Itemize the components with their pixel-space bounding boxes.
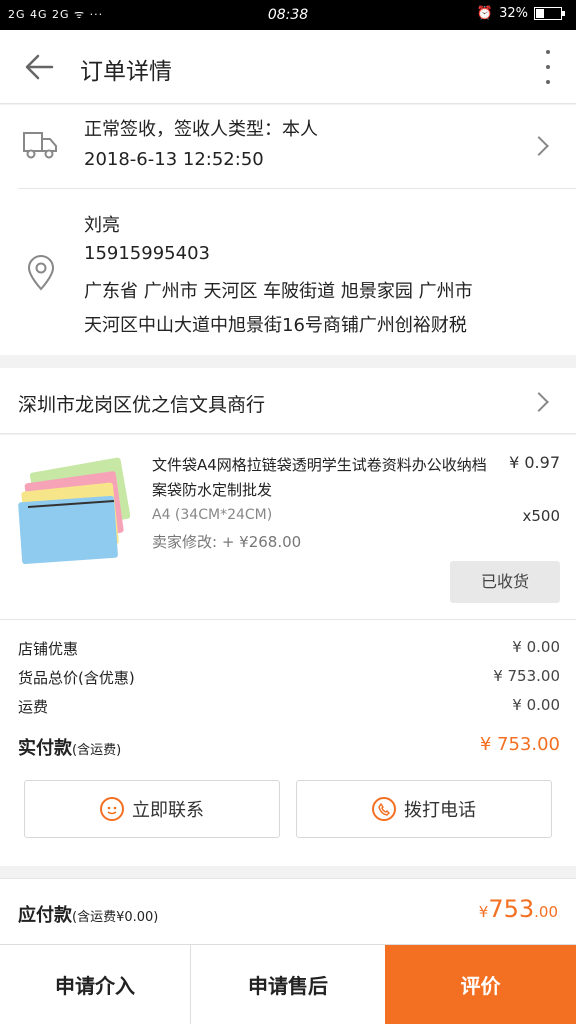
status-bar: 2G 4G 2G ᯤ ··· 08:38 ⏰ 32% <box>0 0 576 30</box>
chat-face-icon <box>100 797 124 821</box>
summary-label: 运费 <box>18 698 49 716</box>
product-thumbnail <box>18 457 130 565</box>
payable-amount-int: 753 <box>488 895 535 923</box>
payable-label-group: 应付款(含运费¥0.00) <box>18 901 158 927</box>
truck-icon <box>23 132 57 159</box>
chevron-right-icon <box>529 136 549 156</box>
payable-currency: ¥ <box>478 903 489 921</box>
summary-row-paid: 实付款(含运费) ¥ 753.00 <box>18 734 560 760</box>
summary-value: ¥ 0.00 <box>512 696 560 714</box>
chevron-right-icon <box>529 392 549 412</box>
phone-icon <box>372 797 396 821</box>
shipping-address: 刘亮 15915995403 广东省 广州市 天河区 车陂街道 旭景家园 广州市… <box>0 189 576 355</box>
app-bar: 订单详情 <box>0 30 576 104</box>
status-right: ⏰ 32% <box>476 6 565 21</box>
call-phone-label: 拨打电话 <box>404 800 476 821</box>
paid-note: (含运费) <box>72 743 122 758</box>
delivery-status[interactable]: 正常签收，签收人类型：本人 2018-6-13 12:52:50 <box>0 105 576 189</box>
summary-row-shipping: 运费 ¥ 0.00 <box>18 696 560 717</box>
address-line-2: 天河区中山大道中旭景街16号商铺广州创裕财税 <box>84 315 467 336</box>
contact-now-label: 立即联系 <box>132 800 204 821</box>
review-button[interactable]: 评价 <box>385 945 576 1024</box>
product-price: ¥ 0.97 <box>509 453 560 472</box>
received-status-button[interactable]: 已收货 <box>450 561 560 603</box>
apply-intervene-button[interactable]: 申请介入 <box>0 945 191 1024</box>
payable-note: (含运费¥0.00) <box>72 910 159 925</box>
more-menu-icon[interactable] <box>544 50 552 84</box>
contact-now-button[interactable]: 立即联系 <box>24 780 280 838</box>
summary-row-shop-discount: 店铺优惠 ¥ 0.00 <box>18 638 560 659</box>
bottom-action-bar: 申请介入 申请售后 评价 <box>0 944 576 1024</box>
product-quantity: x500 <box>522 507 560 525</box>
shop-row[interactable]: 深圳市龙岗区优之信文具商行 <box>0 368 576 434</box>
summary-label: 货品总价(含优惠) <box>18 669 135 687</box>
product-spec: A4 (34CM*24CM) <box>152 507 273 523</box>
price-summary: 店铺优惠 ¥ 0.00 货品总价(含优惠) ¥ 753.00 运费 ¥ 0.00… <box>0 620 576 866</box>
back-arrow-icon[interactable] <box>22 50 56 84</box>
battery-percent: 32% <box>499 6 528 21</box>
payable-label: 应付款 <box>18 905 72 926</box>
recipient-phone: 15915995403 <box>84 243 210 264</box>
summary-row-goods-total: 货品总价(含优惠) ¥ 753.00 <box>18 667 560 688</box>
battery-icon <box>534 7 565 20</box>
alarm-icon: ⏰ <box>476 6 494 21</box>
seller-modified-price: 卖家修改: + ¥268.00 <box>152 533 302 551</box>
page-title: 订单详情 <box>80 59 172 85</box>
summary-value: ¥ 753.00 <box>493 667 560 685</box>
paid-value: ¥ 753.00 <box>479 734 560 755</box>
shop-name: 深圳市龙岗区优之信文具商行 <box>18 394 266 416</box>
paid-label: 实付款 <box>18 738 72 759</box>
payable-amount: ¥753.00 <box>479 895 558 923</box>
paid-label-group: 实付款(含运费) <box>18 734 121 760</box>
recipient-name: 刘亮 <box>84 215 120 236</box>
location-pin-icon <box>27 255 55 291</box>
address-line-1: 广东省 广州市 天河区 车陂街道 旭景家园 广州市 <box>84 281 473 302</box>
payable-row: 应付款(含运费¥0.00) ¥753.00 <box>0 878 576 944</box>
call-phone-button[interactable]: 拨打电话 <box>296 780 552 838</box>
product-name: 文件袋A4网格拉链袋透明学生试卷资料办公收纳档案袋防水定制批发 <box>152 456 487 499</box>
payable-amount-dec: .00 <box>534 903 558 921</box>
delivery-timestamp: 2018-6-13 12:52:50 <box>84 149 264 170</box>
product-item[interactable]: 文件袋A4网格拉链袋透明学生试卷资料办公收纳档案袋防水定制批发 ¥ 0.97 A… <box>0 435 576 620</box>
apply-aftersale-button[interactable]: 申请售后 <box>191 945 385 1024</box>
delivery-status-text: 正常签收，签收人类型：本人 <box>84 119 318 140</box>
summary-value: ¥ 0.00 <box>512 638 560 656</box>
summary-label: 店铺优惠 <box>18 640 79 658</box>
